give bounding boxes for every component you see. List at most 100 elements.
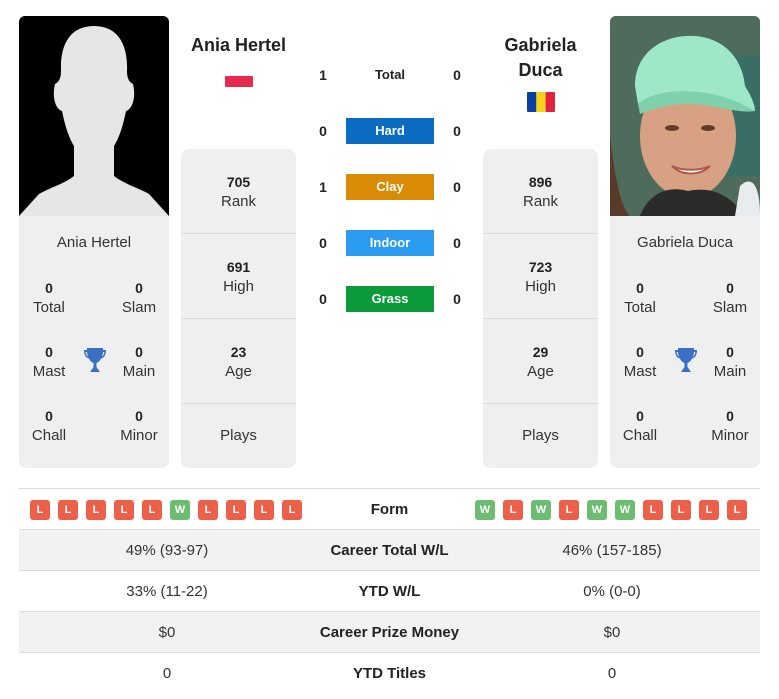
titles-chall: 0 Chall: [19, 406, 79, 446]
stat-plays: Plays: [483, 404, 598, 468]
surface-indoor-button[interactable]: Indoor: [346, 230, 434, 256]
row-career-total-wl-right: 46% (157-185): [562, 542, 662, 559]
surface-clay-button[interactable]: Clay: [346, 174, 434, 200]
titles-minor: 0 Minor: [109, 406, 169, 446]
h2h-indoor: 0 Indoor 0: [310, 230, 470, 256]
titles-slam-value: 0: [135, 280, 143, 296]
form-badge-loss[interactable]: L: [86, 500, 106, 520]
row-career-total-wl-label: Career Total W/L: [330, 542, 449, 559]
row-ytd-wl-left: 33% (11-22): [126, 583, 208, 600]
comparison-table: LLLLLWLLLL Form WLWLWWLLLL 49% (93-97) C…: [19, 488, 760, 694]
form-badge-loss[interactable]: L: [503, 500, 523, 520]
titles-minor: 0 Minor: [700, 406, 760, 446]
titles-main-label: Main: [713, 363, 747, 380]
h2h-grass-right: 0: [453, 291, 461, 307]
titles-total-label: Total: [33, 299, 65, 316]
stat-high: 723 High: [483, 234, 598, 319]
titles-slam: 0 Slam: [700, 278, 760, 318]
player-right-name-line2: Duca: [518, 60, 563, 80]
trophy-icon: [84, 348, 106, 372]
titles-mast-label: Mast: [32, 363, 66, 380]
stat-plays: Plays: [181, 404, 296, 468]
form-badge-loss[interactable]: L: [226, 500, 246, 520]
form-badge-loss[interactable]: L: [58, 500, 78, 520]
form-badge-loss[interactable]: L: [142, 500, 162, 520]
form-badge-loss[interactable]: L: [114, 500, 134, 520]
row-career-total-wl: 49% (93-97) Career Total W/L 46% (157-18…: [19, 530, 760, 571]
titles-total-value: 0: [45, 280, 53, 296]
titles-main-label: Main: [122, 363, 156, 380]
stat-high-label: High: [223, 278, 254, 295]
row-ytd-wl-label: YTD W/L: [358, 583, 421, 600]
h2h-total-right: 0: [453, 67, 461, 83]
titles-slam-label: Slam: [712, 299, 748, 316]
form-badge-win[interactable]: W: [475, 500, 495, 520]
titles-main-value: 0: [135, 344, 143, 360]
titles-chall-value: 0: [45, 408, 53, 424]
player-left-name[interactable]: Ania Hertel: [181, 33, 296, 58]
surface-hard-button[interactable]: Hard: [346, 118, 434, 144]
surface-grass-button[interactable]: Grass: [346, 286, 434, 312]
player-photo-illustration: [610, 16, 760, 216]
player-right-card: Gabriela Duca 0 Total 0 Slam 0 Mast 0 Ma…: [610, 216, 760, 468]
stat-rank-value: 705: [226, 174, 251, 190]
titles-total-label: Total: [624, 299, 656, 316]
row-career-prize-money: $0 Career Prize Money $0: [19, 612, 760, 653]
titles-total: 0 Total: [610, 278, 670, 318]
titles-main-value: 0: [726, 344, 734, 360]
form-badge-win[interactable]: W: [587, 500, 607, 520]
titles-slam-label: Slam: [121, 299, 157, 316]
titles-chall: 0 Chall: [610, 406, 670, 446]
form-badge-win[interactable]: W: [170, 500, 190, 520]
form-badge-loss[interactable]: L: [282, 500, 302, 520]
trophy-icon: [675, 348, 697, 372]
h2h-total: 1 Total 0: [310, 62, 470, 88]
h2h-indoor-left: 0: [319, 235, 327, 251]
h2h-hard: 0 Hard 0: [310, 118, 470, 144]
stat-age-label: Age: [225, 363, 252, 380]
form-badge-loss[interactable]: L: [699, 500, 719, 520]
row-ytd-wl: 33% (11-22) YTD W/L 0% (0-0): [19, 571, 760, 612]
titles-mast-value: 0: [45, 344, 53, 360]
h2h-hard-left: 0: [319, 123, 327, 139]
stat-age-label: Age: [527, 363, 554, 380]
titles-minor-label: Minor: [120, 427, 158, 444]
form-badge-loss[interactable]: L: [727, 500, 747, 520]
titles-chall-value: 0: [636, 408, 644, 424]
stat-rank: 896 Rank: [483, 149, 598, 234]
h2h-clay-left: 1: [319, 179, 327, 195]
form-badge-loss[interactable]: L: [254, 500, 274, 520]
row-form: LLLLLWLLLL Form WLWLWWLLLL: [19, 489, 760, 530]
h2h-total-left: 1: [319, 67, 327, 83]
row-ytd-titles-right: 0: [607, 665, 617, 682]
form-badge-loss[interactable]: L: [643, 500, 663, 520]
stat-plays-label: Plays: [220, 427, 257, 444]
titles-chall-label: Chall: [31, 427, 67, 444]
form-badge-win[interactable]: W: [615, 500, 635, 520]
player-right-name[interactable]: Gabriela Duca: [483, 33, 598, 83]
row-career-total-wl-left: 49% (93-97): [125, 542, 209, 559]
row-ytd-titles-label: YTD Titles: [352, 665, 427, 682]
stat-rank-label: Rank: [522, 193, 559, 210]
titles-total: 0 Total: [19, 278, 79, 318]
row-ytd-wl-right: 0% (0-0): [583, 583, 641, 600]
player-left-photo: [19, 16, 169, 216]
player-right-form: WLWLWWLLLL: [475, 500, 747, 520]
form-badge-loss[interactable]: L: [671, 500, 691, 520]
form-badge-loss[interactable]: L: [198, 500, 218, 520]
stat-high-value: 723: [528, 259, 553, 275]
row-career-prize-money-label: Career Prize Money: [319, 624, 460, 641]
poland-flag-icon: [225, 76, 253, 87]
stat-plays-label: Plays: [522, 427, 559, 444]
stat-rank: 705 Rank: [181, 149, 296, 234]
titles-mast-value: 0: [636, 344, 644, 360]
h2h-grass-left: 0: [319, 291, 327, 307]
form-badge-loss[interactable]: L: [559, 500, 579, 520]
romania-flag-icon: [527, 92, 555, 112]
player-right-photo: [610, 16, 760, 216]
player-left-card: Ania Hertel 0 Total 0 Slam 0 Mast 0 Main…: [19, 216, 169, 468]
form-badge-loss[interactable]: L: [30, 500, 50, 520]
titles-chall-label: Chall: [622, 427, 658, 444]
stat-high: 691 High: [181, 234, 296, 319]
form-badge-win[interactable]: W: [531, 500, 551, 520]
